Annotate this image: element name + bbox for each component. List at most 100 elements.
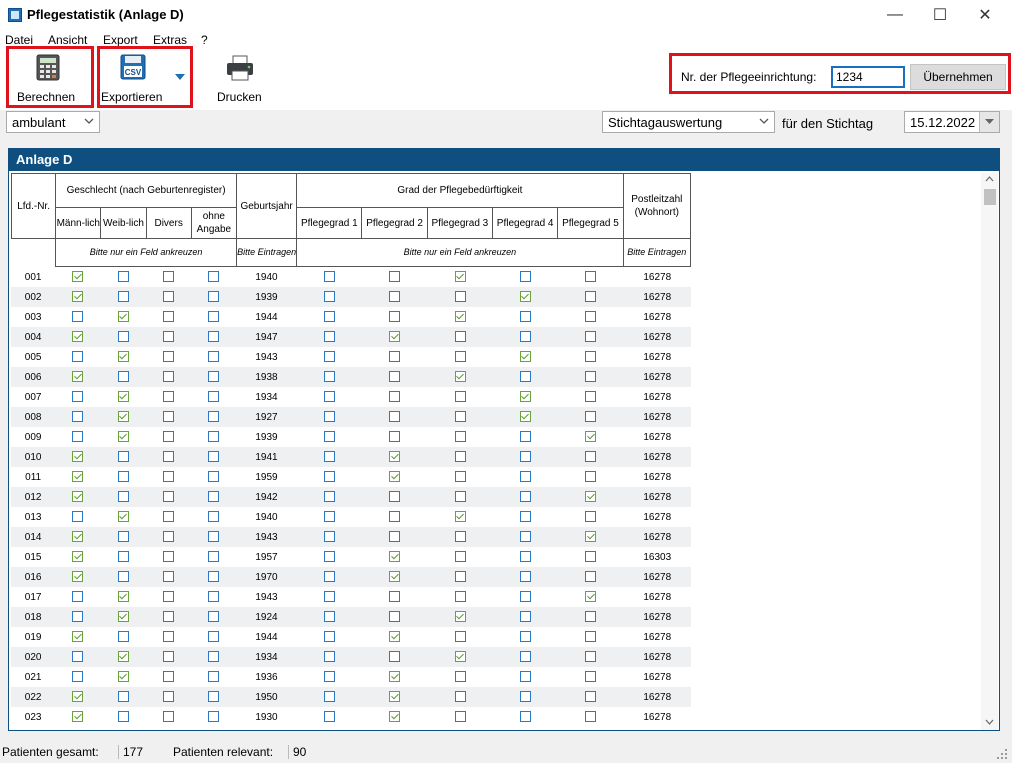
checkbox-grade-1[interactable] (323, 611, 335, 623)
checkbox-grade-1[interactable] (323, 531, 335, 543)
checkbox-grade-5[interactable] (585, 531, 597, 543)
checkbox-grade-2[interactable] (389, 511, 401, 523)
checkbox-grade-4[interactable] (519, 651, 531, 663)
checkbox-gender-none[interactable] (208, 671, 220, 683)
cell-postcode[interactable]: 16278 (623, 287, 691, 307)
cell-birth-year[interactable]: 1939 (236, 427, 296, 447)
checkbox-grade-5[interactable] (585, 711, 597, 723)
checkbox-grade-1[interactable] (323, 511, 335, 523)
cell-postcode[interactable]: 16278 (624, 707, 691, 727)
checkbox-grade-4[interactable] (519, 431, 531, 443)
cell-birth-year[interactable]: 1943 (236, 527, 297, 547)
checkbox-grade-4[interactable] (519, 571, 531, 583)
checkbox-grade-5[interactable] (585, 511, 597, 523)
close-button[interactable]: ✕ (962, 0, 1008, 30)
scroll-down-icon[interactable] (985, 719, 994, 725)
checkbox-gender-female[interactable] (117, 551, 129, 563)
checkbox-gender-female[interactable] (117, 491, 129, 503)
checkbox-gender-none[interactable] (208, 331, 220, 343)
checkbox-gender-female[interactable] (117, 631, 129, 643)
checkbox-grade-3[interactable] (454, 271, 466, 283)
checkbox-gender-male[interactable] (72, 631, 84, 643)
checkbox-grade-4[interactable] (519, 331, 531, 343)
checkbox-gender-male[interactable] (72, 651, 84, 663)
checkbox-gender-divers[interactable] (162, 711, 174, 723)
checkbox-grade-1[interactable] (323, 631, 335, 643)
checkbox-grade-3[interactable] (454, 491, 466, 503)
checkbox-gender-male[interactable] (72, 531, 84, 543)
cell-postcode[interactable]: 16278 (624, 267, 691, 287)
checkbox-gender-male[interactable] (72, 371, 84, 383)
checkbox-grade-3[interactable] (454, 431, 466, 443)
checkbox-gender-male[interactable] (72, 331, 84, 343)
cell-postcode[interactable]: 16278 (623, 607, 691, 627)
checkbox-gender-divers[interactable] (162, 451, 174, 463)
checkbox-grade-4[interactable] (519, 391, 531, 403)
checkbox-gender-male[interactable] (72, 591, 84, 603)
checkbox-grade-1[interactable] (323, 291, 335, 303)
checkbox-gender-male[interactable] (72, 431, 84, 443)
cell-postcode[interactable]: 16278 (624, 427, 691, 447)
menu-export[interactable]: Export (103, 33, 138, 47)
checkbox-grade-1[interactable] (323, 271, 335, 283)
scrollbar-thumb[interactable] (984, 189, 996, 205)
checkbox-gender-female[interactable] (117, 371, 129, 383)
checkbox-gender-female[interactable] (117, 511, 129, 523)
checkbox-grade-1[interactable] (323, 411, 335, 423)
checkbox-grade-5[interactable] (585, 571, 597, 583)
care-type-select[interactable]: ambulant (6, 111, 100, 133)
checkbox-grade-5[interactable] (585, 311, 597, 323)
checkbox-grade-2[interactable] (389, 371, 401, 383)
cell-postcode[interactable]: 16278 (624, 507, 691, 527)
checkbox-gender-male[interactable] (72, 471, 84, 483)
checkbox-gender-male[interactable] (72, 451, 84, 463)
checkbox-gender-divers[interactable] (162, 411, 174, 423)
checkbox-gender-female[interactable] (117, 591, 129, 603)
checkbox-gender-divers[interactable] (162, 391, 174, 403)
checkbox-gender-male[interactable] (72, 511, 84, 523)
apply-button[interactable]: Übernehmen (910, 64, 1006, 90)
checkbox-grade-3[interactable] (454, 411, 466, 423)
checkbox-gender-none[interactable] (208, 351, 220, 363)
cell-birth-year[interactable]: 1970 (236, 567, 297, 587)
cell-birth-year[interactable]: 1959 (236, 467, 296, 487)
menu-ansicht[interactable]: Ansicht (48, 33, 87, 47)
checkbox-grade-5[interactable] (585, 371, 597, 383)
checkbox-grade-2[interactable] (389, 611, 401, 623)
checkbox-gender-divers[interactable] (162, 511, 174, 523)
checkbox-grade-3[interactable] (454, 671, 466, 683)
checkbox-grade-2[interactable] (389, 671, 401, 683)
checkbox-gender-divers[interactable] (162, 431, 174, 443)
checkbox-gender-none[interactable] (208, 471, 220, 483)
checkbox-grade-4[interactable] (519, 511, 531, 523)
cell-postcode[interactable]: 16278 (623, 567, 691, 587)
checkbox-grade-1[interactable] (323, 331, 335, 343)
checkbox-gender-female[interactable] (117, 651, 129, 663)
checkbox-grade-1[interactable] (323, 651, 335, 663)
checkbox-grade-1[interactable] (323, 671, 335, 683)
checkbox-grade-4[interactable] (519, 311, 531, 323)
checkbox-grade-3[interactable] (454, 511, 466, 523)
checkbox-grade-2[interactable] (389, 271, 401, 283)
checkbox-gender-none[interactable] (208, 411, 220, 423)
checkbox-gender-male[interactable] (72, 391, 84, 403)
checkbox-grade-3[interactable] (454, 471, 466, 483)
checkbox-grade-5[interactable] (585, 391, 597, 403)
checkbox-gender-none[interactable] (208, 611, 220, 623)
checkbox-grade-2[interactable] (389, 591, 401, 603)
cell-birth-year[interactable]: 1934 (236, 387, 296, 407)
checkbox-gender-divers[interactable] (162, 591, 174, 603)
checkbox-grade-3[interactable] (454, 591, 466, 603)
checkbox-grade-2[interactable] (389, 411, 401, 423)
cell-birth-year[interactable]: 1942 (236, 487, 297, 507)
checkbox-grade-5[interactable] (585, 451, 597, 463)
checkbox-grade-5[interactable] (585, 651, 597, 663)
checkbox-gender-male[interactable] (72, 551, 84, 563)
checkbox-grade-1[interactable] (323, 571, 335, 583)
cell-postcode[interactable]: 16278 (624, 347, 691, 367)
checkbox-gender-divers[interactable] (162, 291, 174, 303)
cell-postcode[interactable]: 16278 (623, 367, 691, 387)
checkbox-gender-female[interactable] (117, 291, 129, 303)
checkbox-gender-male[interactable] (72, 491, 84, 503)
cell-birth-year[interactable]: 1941 (236, 447, 297, 467)
